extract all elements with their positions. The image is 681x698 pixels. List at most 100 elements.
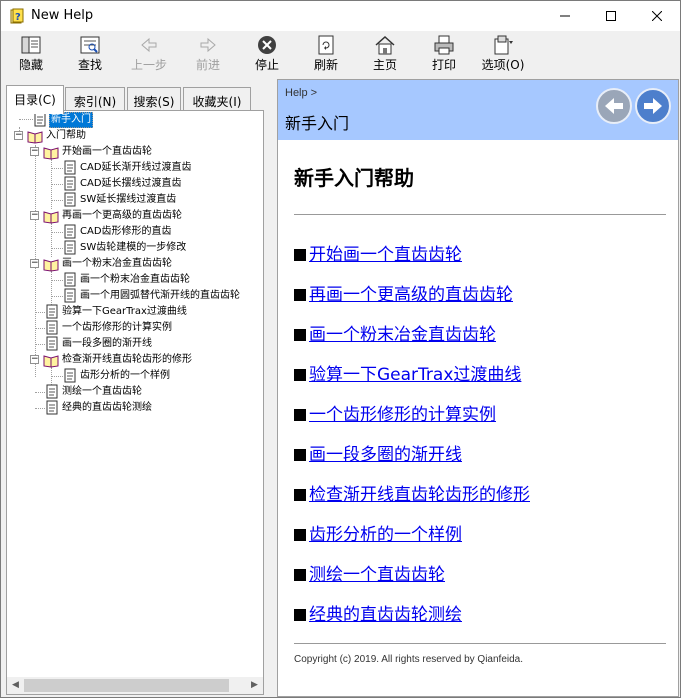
- tree-item-label: 一个齿形修形的计算实例: [62, 322, 172, 333]
- back-button[interactable]: 上一步: [124, 33, 174, 75]
- refresh-button[interactable]: 刷新: [301, 33, 351, 75]
- tree-connector: [51, 296, 63, 297]
- tree-collapse-toggle[interactable]: −: [30, 147, 39, 156]
- forward-button[interactable]: 前进: [183, 33, 233, 75]
- title-bar: ? New Help: [1, 1, 680, 31]
- tree-collapse-toggle[interactable]: −: [30, 211, 39, 220]
- tree-item-page[interactable]: 画一个粉末冶金直齿齿轮: [63, 272, 190, 288]
- tab-search[interactable]: 搜索(S): [127, 87, 181, 111]
- tree-item-page[interactable]: CAD延长渐开线过渡直齿: [63, 160, 192, 176]
- tree-connector: [51, 168, 63, 169]
- square-bullet-icon: [294, 569, 306, 581]
- open-book-icon: [43, 256, 59, 278]
- topic-link[interactable]: 再画一个更高级的直齿齿轮: [309, 285, 513, 305]
- tree-item-label: 画一段多圈的渐开线: [62, 338, 152, 349]
- breadcrumb[interactable]: Help >: [285, 87, 317, 99]
- topic-link-item: 开始画一个直齿齿轮: [294, 240, 462, 265]
- tree-item-label: 测绘一个直齿齿轮: [62, 386, 142, 397]
- horizontal-scrollbar[interactable]: ◀ ▶: [7, 677, 263, 694]
- tree-connector: [51, 232, 63, 233]
- square-bullet-icon: [294, 489, 306, 501]
- tree-item-page[interactable]: CAD延长摆线过渡直齿: [63, 176, 182, 192]
- scroll-right-icon[interactable]: ▶: [246, 677, 263, 694]
- tree-item-page[interactable]: 齿形分析的一个样例: [63, 368, 170, 384]
- help-window: ? New Help 隐藏 查找 上一步 前进 停止 刷新 主页 打印 选项(O…: [0, 0, 681, 698]
- tree-item-page[interactable]: 测绘一个直齿齿轮: [45, 384, 142, 400]
- tree-collapse-toggle[interactable]: −: [30, 259, 39, 268]
- forward-label: 前进: [195, 58, 220, 72]
- back-label: 上一步: [130, 58, 167, 72]
- scroll-left-icon[interactable]: ◀: [7, 677, 24, 694]
- topic-link[interactable]: 一个齿形修形的计算实例: [309, 405, 496, 425]
- next-topic-button[interactable]: [635, 88, 671, 124]
- tree-item-folder[interactable]: 再画一个更高级的直齿齿轮: [43, 208, 182, 224]
- tree-item-label: CAD延长摆线过渡直齿: [80, 178, 182, 189]
- tree-item-page[interactable]: SW齿轮建模的一步修改: [63, 240, 186, 256]
- tree-item-getting-started[interactable]: 新手入门: [33, 112, 93, 128]
- svg-text:?: ?: [15, 12, 21, 23]
- pane-splitter[interactable]: [269, 79, 277, 697]
- tree-item-label: 再画一个更高级的直齿齿轮: [62, 210, 182, 221]
- home-label: 主页: [372, 58, 397, 72]
- tree-connector: [35, 408, 45, 409]
- tree-item-page[interactable]: 验算一下GearTrax过渡曲线: [45, 304, 187, 320]
- tree-item-label: CAD齿形修形的直齿: [80, 226, 172, 237]
- tab-favorites[interactable]: 收藏夹(I): [183, 87, 251, 111]
- tree-item-folder[interactable]: 画一个粉末冶金直齿齿轮: [43, 256, 172, 272]
- hide-button[interactable]: 隐藏: [6, 33, 56, 75]
- find-button[interactable]: 查找: [65, 33, 115, 75]
- tree-collapse-toggle[interactable]: −: [30, 355, 39, 364]
- tree-item-label: 验算一下GearTrax过渡曲线: [62, 306, 187, 317]
- open-book-icon: [43, 144, 59, 166]
- tree-viewport: 新手入门 − 入门帮助 − 开始画一个直齿齿轮 CAD延长渐开线过渡直齿 CAD…: [7, 111, 263, 677]
- topic-link[interactable]: 测绘一个直齿齿轮: [309, 565, 445, 585]
- square-bullet-icon: [294, 409, 306, 421]
- minimize-button[interactable]: [542, 1, 588, 31]
- options-button[interactable]: 选项(O): [478, 33, 528, 75]
- back-arrow-icon: [141, 37, 157, 53]
- topic-link-item: 经典的直齿齿轮测绘: [294, 600, 462, 625]
- options-icon: [494, 35, 513, 55]
- topic-link[interactable]: 画一个粉末冶金直齿齿轮: [309, 325, 496, 345]
- tree-item-page[interactable]: 画一段多圈的渐开线: [45, 336, 152, 352]
- tree-item-page[interactable]: SW延长摆线过渡直齿: [63, 192, 176, 208]
- tree-collapse-toggle[interactable]: −: [14, 131, 23, 140]
- tree-connector: [51, 184, 63, 185]
- topic-link[interactable]: 画一段多圈的渐开线: [309, 445, 462, 465]
- topic-link[interactable]: 齿形分析的一个样例: [309, 525, 462, 545]
- topic-link[interactable]: 检查渐开线直齿轮齿形的修形: [309, 485, 530, 505]
- tree-item-intro-help[interactable]: 入门帮助: [27, 128, 86, 144]
- tree-item-label: SW齿轮建模的一步修改: [80, 242, 187, 253]
- tree-item-label: 入门帮助: [46, 130, 86, 141]
- tree-item-folder[interactable]: 开始画一个直齿齿轮: [43, 144, 152, 160]
- topic-link[interactable]: 验算一下GearTrax过渡曲线: [309, 365, 521, 385]
- close-button[interactable]: [634, 1, 680, 31]
- topic-link[interactable]: 经典的直齿齿轮测绘: [309, 605, 462, 625]
- printer-icon: [434, 35, 454, 55]
- topic-link-item: 画一段多圈的渐开线: [294, 440, 462, 465]
- print-button[interactable]: 打印: [419, 33, 469, 75]
- topic-link[interactable]: 开始画一个直齿齿轮: [309, 245, 462, 265]
- square-bullet-icon: [294, 249, 306, 261]
- page-icon: [45, 400, 59, 422]
- topic-link-item: 验算一下GearTrax过渡曲线: [294, 360, 521, 385]
- tree-item-label: CAD延长渐开线过渡直齿: [80, 162, 192, 173]
- square-bullet-icon: [294, 529, 306, 541]
- close-icon: [652, 11, 662, 21]
- tab-contents[interactable]: 目录(C): [6, 85, 64, 114]
- tree-item-folder[interactable]: 检查渐开线直齿轮齿形的修形: [43, 352, 192, 368]
- square-bullet-icon: [294, 609, 306, 621]
- topic-link-item: 画一个粉末冶金直齿齿轮: [294, 320, 496, 345]
- stop-button[interactable]: 停止: [242, 33, 292, 75]
- tree-item-page[interactable]: 一个齿形修形的计算实例: [45, 320, 172, 336]
- previous-topic-button[interactable]: [596, 88, 632, 124]
- toolbar: 隐藏 查找 上一步 前进 停止 刷新 主页 打印 选项(O): [1, 31, 680, 77]
- maximize-button[interactable]: [588, 1, 634, 31]
- tree-item-page[interactable]: CAD齿形修形的直齿: [63, 224, 172, 240]
- scrollbar-thumb[interactable]: [24, 679, 229, 692]
- home-button[interactable]: 主页: [360, 33, 410, 75]
- tab-index[interactable]: 索引(N): [65, 87, 125, 111]
- tree-connector: [51, 280, 63, 281]
- tree-item-page[interactable]: 画一个用圆弧替代渐开线的直齿齿轮: [63, 288, 240, 304]
- tree-item-page[interactable]: 经典的直齿齿轮测绘: [45, 400, 152, 416]
